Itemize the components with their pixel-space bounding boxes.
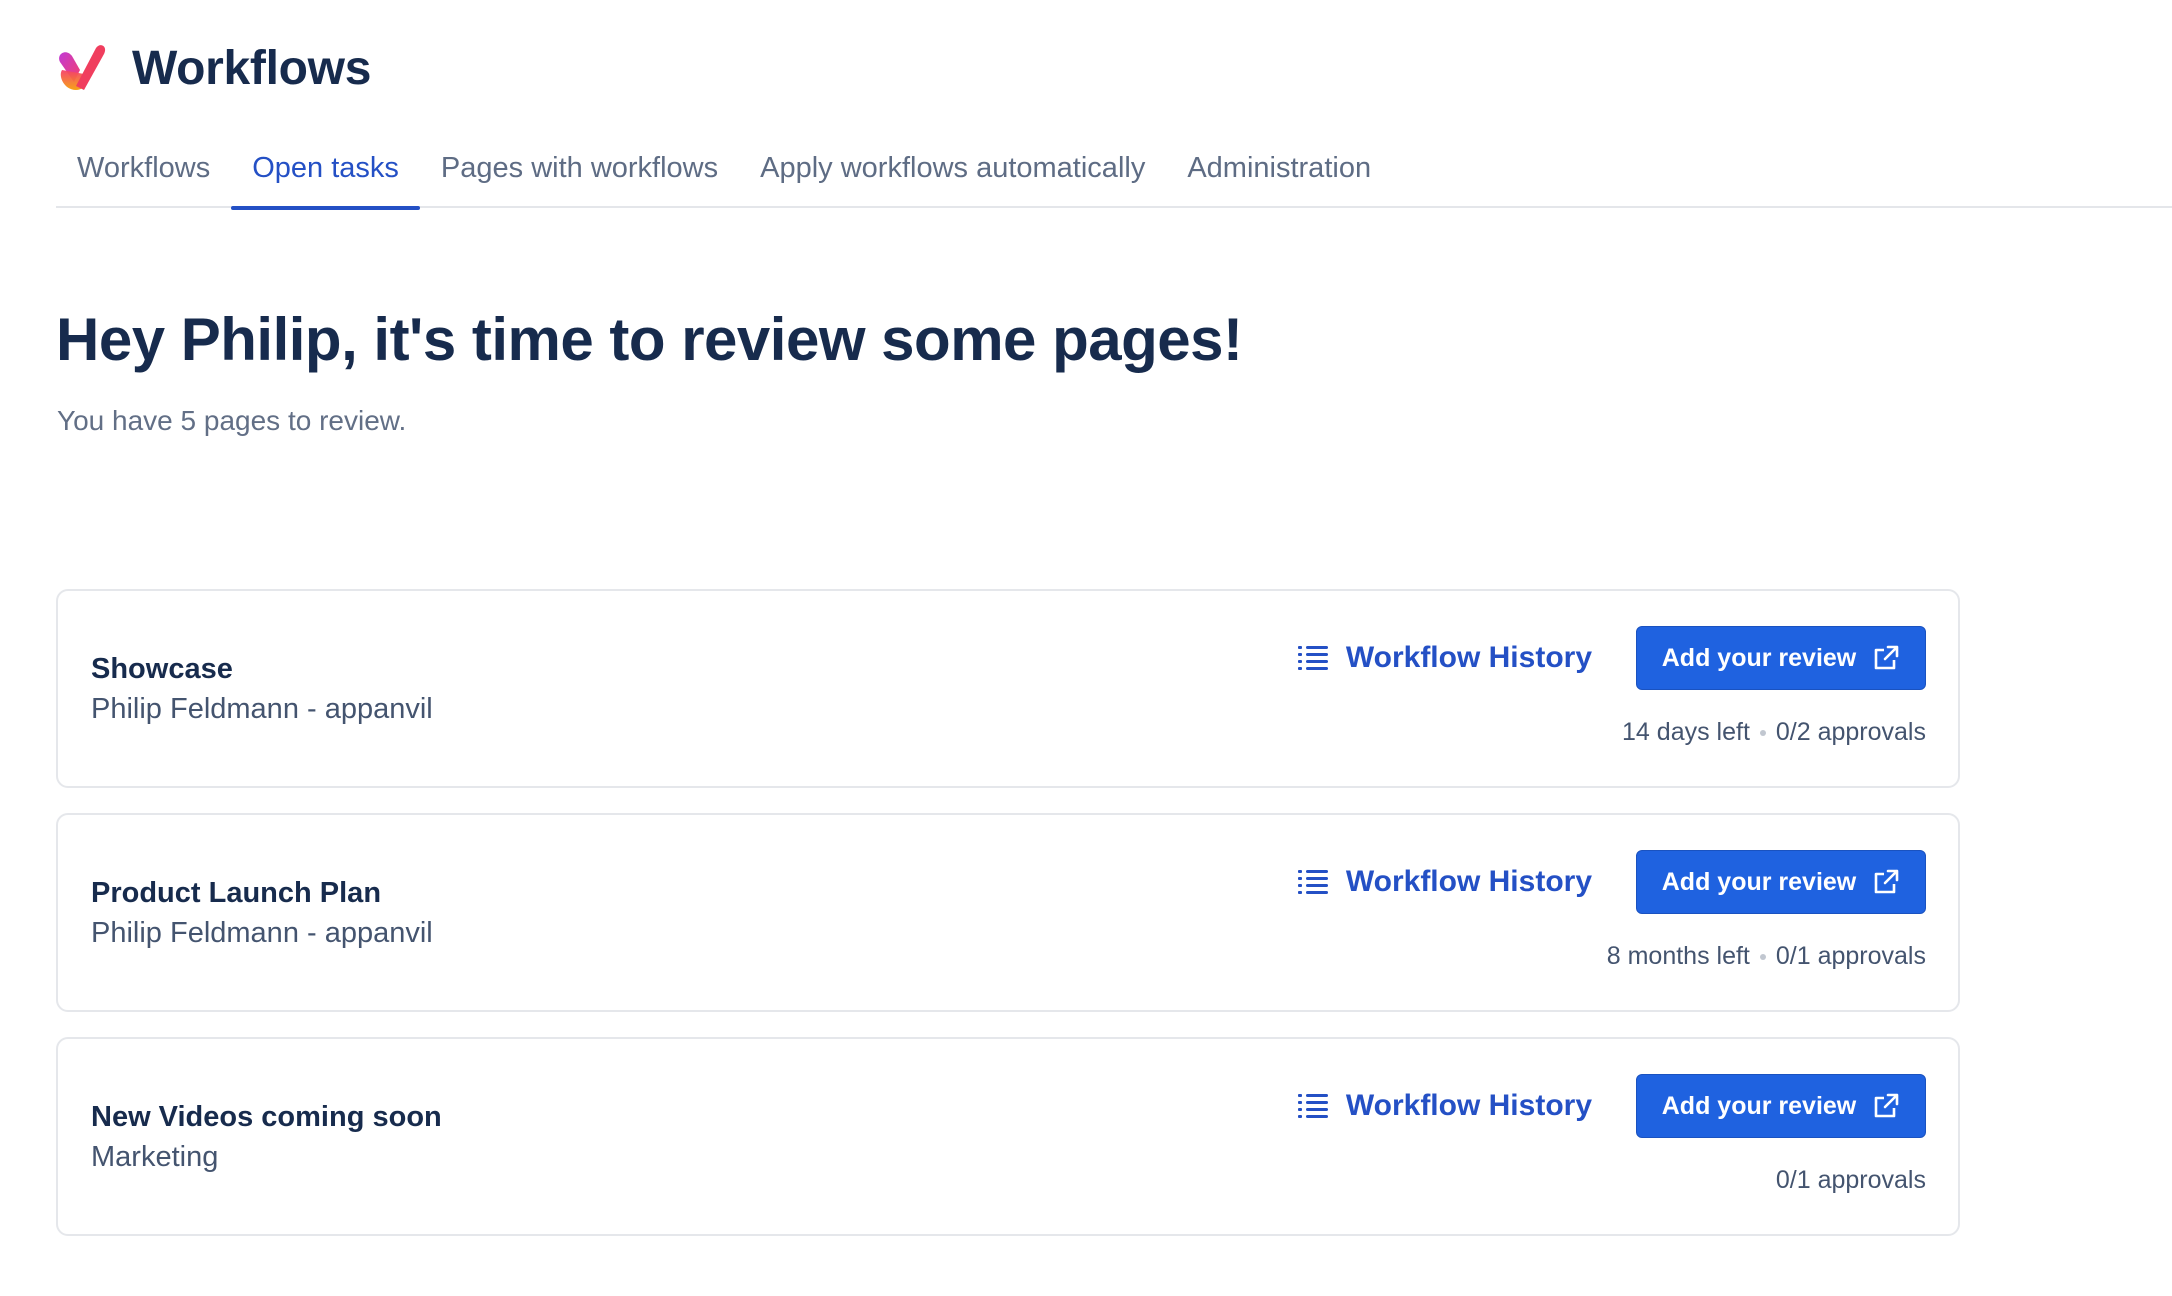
task-space: Philip Feldmann - appanvil [91, 693, 433, 725]
approvals-count: 0/1 approvals [1775, 1166, 1926, 1194]
tab-bar: Workflows Open tasks Pages with workflow… [56, 140, 2172, 210]
list-icon [1297, 1094, 1328, 1118]
tab-open-tasks[interactable]: Open tasks [231, 140, 420, 210]
task-space: Marketing [91, 1141, 219, 1173]
task-title: New Videos coming soon [91, 1101, 442, 1133]
tab-apply-workflows-automatically[interactable]: Apply workflows automatically [739, 140, 1166, 208]
page-subtitle: You have 5 pages to review. [57, 405, 407, 436]
workflow-history-label: Workflow History [1345, 1089, 1592, 1122]
task-status: 8 months left 0/1 approvals [1607, 942, 1926, 971]
review-task-list: Showcase Philip Feldmann - appanvil Work… [56, 589, 1960, 1261]
task-title: Product Launch Plan [91, 877, 382, 909]
add-review-button[interactable]: Add your review [1636, 1074, 1926, 1138]
tab-pages-with-workflows[interactable]: Pages with workflows [420, 140, 739, 208]
tab-workflows[interactable]: Workflows [56, 140, 231, 208]
add-review-button[interactable]: Add your review [1636, 850, 1926, 914]
app-title: Workflows [132, 41, 372, 95]
add-review-label: Add your review [1661, 1091, 1857, 1120]
tab-administration[interactable]: Administration [1166, 140, 1392, 208]
app-header: Workflows [56, 40, 371, 96]
separator-dot [1759, 953, 1766, 960]
approvals-count: 0/1 approvals [1775, 942, 1926, 970]
separator-dot [1759, 729, 1766, 736]
workflow-history-link[interactable]: Workflow History [1297, 641, 1592, 675]
review-task-card: Showcase Philip Feldmann - appanvil Work… [56, 589, 1960, 788]
review-task-card: New Videos coming soon Marketing Workflo… [56, 1037, 1960, 1236]
list-icon [1297, 870, 1328, 894]
task-status: 0/1 approvals [1776, 1166, 1926, 1195]
add-review-button[interactable]: Add your review [1636, 626, 1926, 690]
approvals-count: 0/2 approvals [1775, 718, 1926, 746]
external-link-icon [1874, 1093, 1899, 1118]
task-space: Philip Feldmann - appanvil [91, 917, 433, 949]
time-left: 14 days left [1622, 718, 1750, 746]
external-link-icon [1874, 645, 1899, 670]
add-review-label: Add your review [1661, 643, 1857, 672]
workflow-history-label: Workflow History [1345, 641, 1592, 674]
workflow-history-link[interactable]: Workflow History [1297, 865, 1592, 899]
task-title: Showcase [91, 653, 233, 685]
add-review-label: Add your review [1661, 867, 1857, 896]
workflow-history-link[interactable]: Workflow History [1297, 1089, 1592, 1123]
page-title: Hey Philip, it's time to review some pag… [56, 306, 1243, 373]
review-task-card: Product Launch Plan Philip Feldmann - ap… [56, 813, 1960, 1012]
time-left: 8 months left [1606, 942, 1750, 970]
page: Workflows Workflows Open tasks Pages wit… [0, 0, 2172, 1296]
workflow-history-label: Workflow History [1345, 865, 1592, 898]
heart-check-logo-icon [59, 45, 106, 90]
list-icon [1297, 646, 1328, 670]
task-status: 14 days left 0/2 approvals [1622, 718, 1926, 747]
external-link-icon [1874, 869, 1899, 894]
